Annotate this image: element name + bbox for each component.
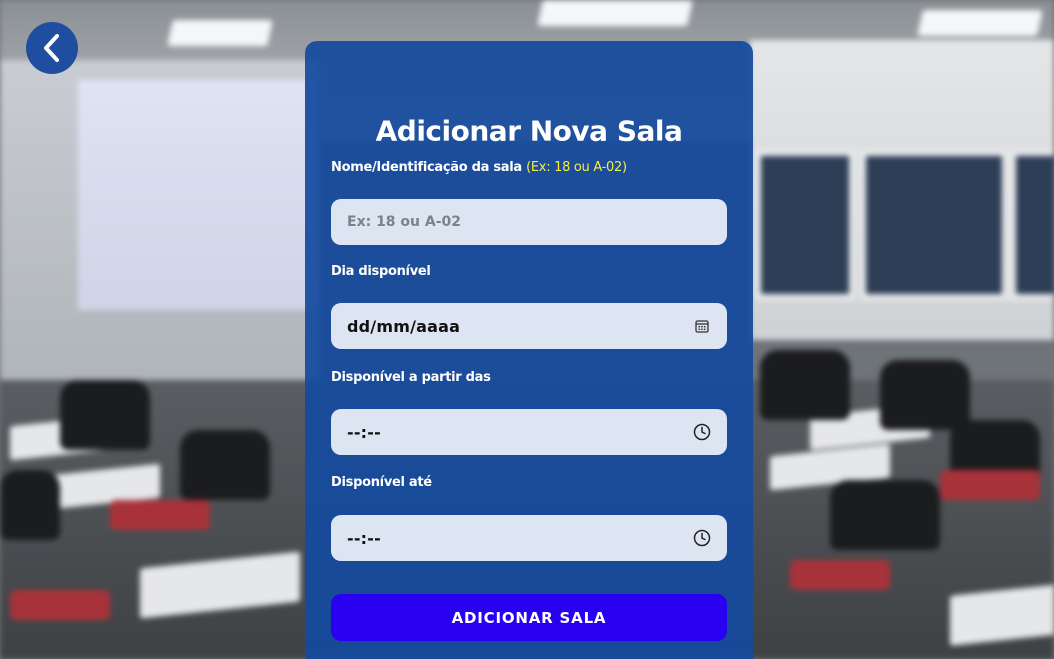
back-button[interactable] [26, 22, 78, 74]
room-name-input[interactable] [347, 199, 711, 245]
room-name-label: Nome/Identificação da sala (Ex: 18 ou A-… [331, 160, 627, 175]
start-time-label: Disponível a partir das [331, 370, 491, 385]
add-room-button[interactable]: ADICIONAR SALA [331, 594, 727, 641]
date-field[interactable]: dd/mm/aaaa [331, 303, 727, 349]
end-time-label: Disponível até [331, 475, 432, 490]
date-label: Dia disponível [331, 264, 431, 279]
calendar-icon[interactable] [693, 317, 711, 335]
start-time-value[interactable]: --:-- [347, 423, 693, 442]
clock-icon[interactable] [693, 423, 711, 441]
form-title: Adicionar Nova Sala [375, 114, 683, 148]
clock-icon[interactable] [693, 529, 711, 547]
chevron-left-icon [44, 34, 59, 62]
room-name-hint: (Ex: 18 ou A-02) [526, 160, 627, 175]
end-time-value[interactable]: --:-- [347, 529, 693, 548]
date-value[interactable]: dd/mm/aaaa [347, 317, 693, 336]
room-name-field[interactable] [331, 199, 727, 245]
add-room-form: Adicionar Nova Sala Nome/Identificação d… [305, 41, 753, 659]
room-name-label-text: Nome/Identificação da sala [331, 160, 522, 175]
end-time-field[interactable]: --:-- [331, 515, 727, 561]
start-time-field[interactable]: --:-- [331, 409, 727, 455]
